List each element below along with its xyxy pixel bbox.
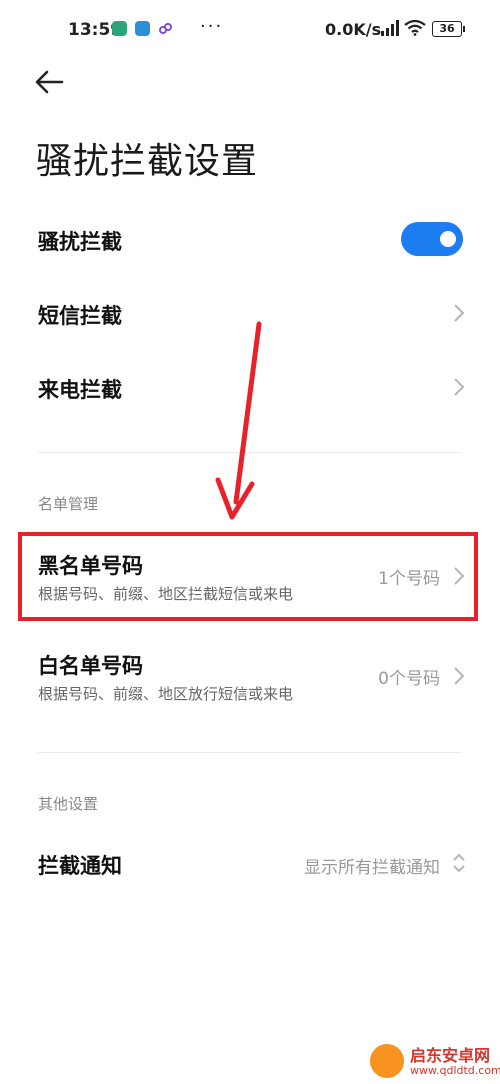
battery-icon: 36: [432, 21, 465, 37]
signal-icon: [381, 20, 399, 36]
chevron-right-icon: [454, 304, 465, 322]
list-management-section-label: 名单管理: [38, 495, 99, 513]
whitelist-title: 白名单号码: [38, 654, 143, 678]
chevron-right-icon: [454, 378, 465, 396]
network-speed: 0.0K/s: [325, 20, 382, 39]
intercept-notification-label: 拦截通知: [38, 854, 122, 878]
watermark-logo-icon: [370, 1044, 404, 1078]
harassment-block-toggle[interactable]: [401, 222, 463, 256]
page-title: 骚扰拦截设置: [36, 141, 259, 182]
watermark-url: www.qdldtd.com: [410, 1064, 500, 1077]
sms-block-label: 短信拦截: [38, 304, 122, 328]
whitelist-count: 0个号码: [378, 669, 440, 689]
browser-notification-icon: [135, 21, 150, 36]
chevron-right-icon: [454, 667, 465, 685]
back-arrow-icon: [35, 70, 64, 94]
intercept-notification-row[interactable]: 拦截通知 显示所有拦截通知: [0, 826, 500, 900]
call-block-label: 来电拦截: [38, 378, 122, 402]
section-divider: [38, 752, 462, 753]
watermark-name: 启东安卓网: [410, 1046, 491, 1065]
status-bar: 13:59 ··· 0.0K/s 36: [0, 0, 500, 60]
blacklist-subtitle: 根据号码、前缀、地区拦截短信或来电: [38, 585, 294, 603]
watermark: 启东安卓网 www.qdldtd.com: [370, 1040, 500, 1084]
toggle-knob: [440, 231, 456, 247]
back-button[interactable]: [32, 66, 68, 98]
blacklist-row[interactable]: 黑名单号码 根据号码、前缀、地区拦截短信或来电 1个号码: [0, 536, 500, 618]
section-divider: [38, 452, 462, 453]
chevron-up-down-icon: [453, 853, 465, 873]
intercept-notification-value: 显示所有拦截通知: [304, 858, 440, 878]
whitelist-subtitle: 根据号码、前缀、地区放行短信或来电: [38, 685, 294, 703]
call-block-row[interactable]: 来电拦截: [0, 350, 500, 424]
harassment-block-label: 骚扰拦截: [38, 230, 122, 254]
wifi-icon: [404, 20, 426, 36]
whitelist-row[interactable]: 白名单号码 根据号码、前缀、地区放行短信或来电 0个号码: [0, 636, 500, 718]
app-notification-icon: [112, 21, 127, 36]
chevron-right-icon: [454, 567, 465, 585]
sms-block-row[interactable]: 短信拦截: [0, 276, 500, 350]
blacklist-count: 1个号码: [378, 569, 440, 589]
link-notification-icon: [159, 23, 172, 34]
other-settings-section-label: 其他设置: [38, 795, 99, 813]
blacklist-title: 黑名单号码: [38, 554, 143, 578]
more-notifications-indicator: ···: [200, 16, 224, 37]
